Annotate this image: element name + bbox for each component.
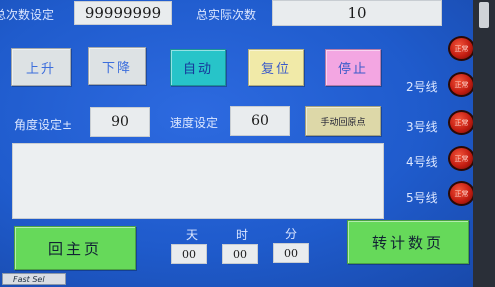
line3-status-lamp: 正常: [448, 110, 475, 135]
minute-display: 00: [273, 243, 309, 263]
hmi-screen: 总次数设定 99999999 总实际次数 10 上升 下降 自动 复位 停止 角…: [0, 0, 490, 287]
speed-label: 速度设定: [170, 116, 219, 130]
angle-label: 角度设定±: [14, 118, 73, 132]
auto-button[interactable]: 自动: [170, 49, 226, 86]
hour-display: 00: [222, 244, 258, 264]
line5-label: 5号线: [406, 191, 438, 205]
down-button[interactable]: 下降: [88, 47, 146, 85]
count-page-button[interactable]: 转计数页: [347, 220, 469, 264]
up-button[interactable]: 上升: [11, 48, 71, 86]
stop-button[interactable]: 停止: [325, 49, 381, 86]
total-set-input[interactable]: 99999999: [74, 1, 172, 25]
day-display: 00: [171, 244, 207, 264]
line2-status-lamp: 正常: [448, 72, 475, 97]
line4-label: 4号线: [406, 155, 438, 169]
total-actual-display: 10: [272, 0, 442, 26]
line4-status-lamp: 正常: [448, 146, 475, 171]
side-scrollbar[interactable]: [473, 0, 495, 287]
fast-select-button[interactable]: Fast Sel: [2, 273, 66, 285]
line2-label: 2号线: [406, 80, 438, 94]
total-actual-label: 总实际次数: [196, 8, 257, 22]
manual-origin-button[interactable]: 手动回原点: [305, 106, 381, 136]
reset-button[interactable]: 复位: [248, 49, 304, 86]
line1-status-lamp: 正常: [448, 36, 475, 61]
scrollbar-thumb[interactable]: [479, 2, 489, 28]
speed-input[interactable]: 60: [230, 106, 290, 136]
angle-input[interactable]: 90: [90, 107, 150, 137]
line3-label: 3号线: [406, 120, 438, 134]
minute-label: 分: [285, 227, 298, 241]
total-set-label: 总次数设定: [0, 8, 55, 22]
home-button[interactable]: 回主页: [14, 226, 136, 270]
hour-label: 时: [236, 228, 249, 242]
day-label: 天: [186, 228, 199, 242]
line5-status-lamp: 正常: [448, 181, 475, 206]
message-display: [12, 143, 384, 219]
